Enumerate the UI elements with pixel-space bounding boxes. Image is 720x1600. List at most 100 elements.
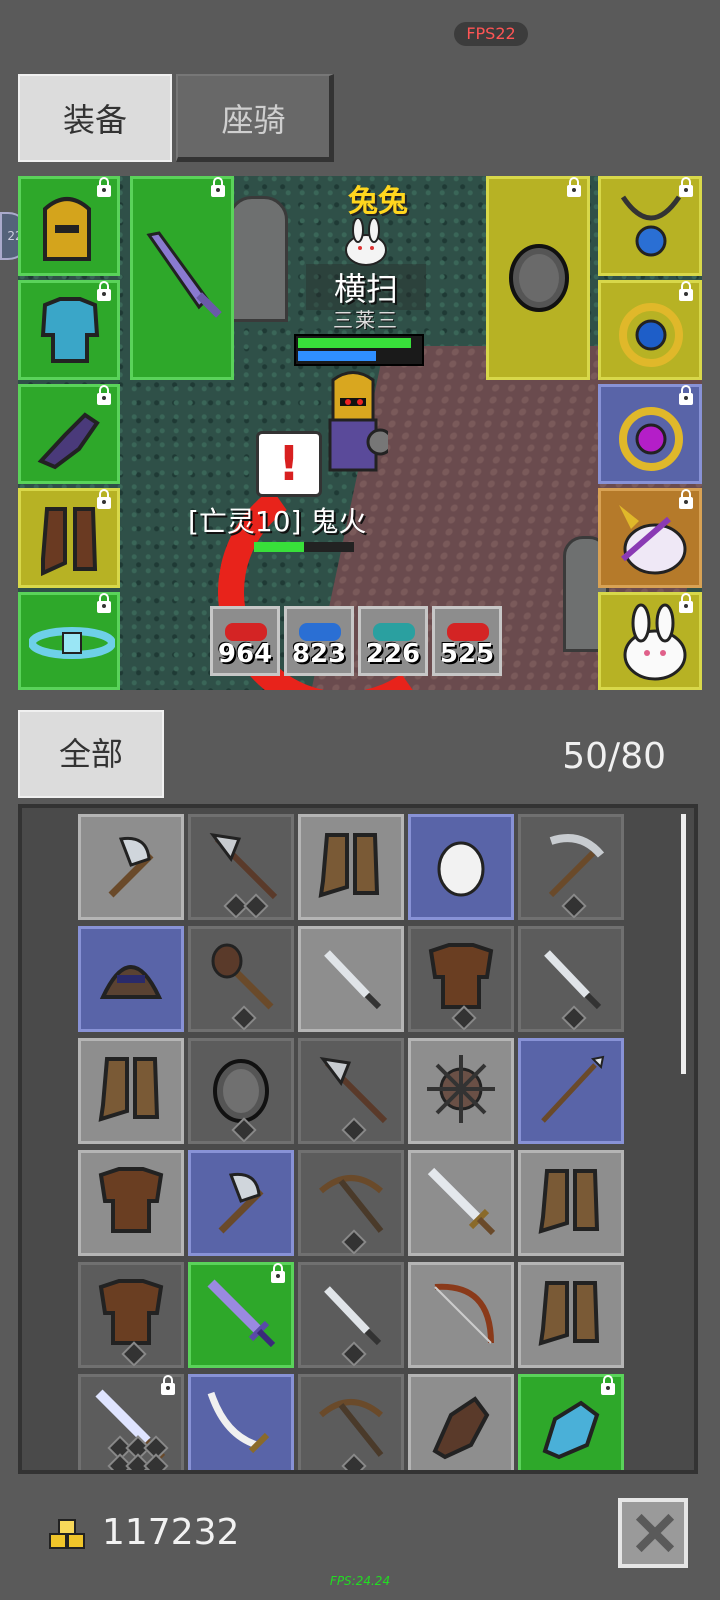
inventory-item[interactable] bbox=[518, 814, 624, 920]
inventory-scrollbar[interactable] bbox=[681, 814, 686, 1074]
inventory-item[interactable] bbox=[518, 1038, 624, 1144]
lock-icon bbox=[97, 385, 111, 405]
inventory-item[interactable] bbox=[78, 814, 184, 920]
inventory-item[interactable] bbox=[408, 814, 514, 920]
slot-shield[interactable] bbox=[486, 176, 590, 380]
helmet-icon bbox=[43, 197, 91, 261]
inventory-item[interactable] bbox=[78, 926, 184, 1032]
gauntlet-icon bbox=[542, 1400, 600, 1460]
inventory-item[interactable] bbox=[78, 1038, 184, 1144]
slot-necklace[interactable] bbox=[598, 176, 702, 276]
inventory-item[interactable] bbox=[518, 1374, 624, 1470]
sabre-icon bbox=[207, 1391, 270, 1454]
chest-armor-icon bbox=[428, 943, 494, 1009]
slot-pet-unicorn[interactable] bbox=[598, 488, 702, 588]
slot-pet-rabbit[interactable] bbox=[598, 592, 702, 690]
lock-icon bbox=[679, 593, 693, 613]
inventory-item[interactable] bbox=[298, 1038, 404, 1144]
lock-icon bbox=[679, 281, 693, 301]
tab-equipment[interactable]: 装备 bbox=[18, 74, 172, 162]
halberd-icon bbox=[319, 1056, 388, 1124]
inventory-item[interactable] bbox=[188, 1038, 294, 1144]
tombstone bbox=[228, 196, 288, 322]
lock-icon bbox=[679, 489, 693, 509]
slot-armor[interactable] bbox=[18, 280, 120, 380]
dagger-icon bbox=[544, 950, 602, 1010]
inventory-item[interactable] bbox=[188, 1262, 294, 1368]
chest-armor-icon bbox=[98, 1279, 164, 1345]
sword-icon bbox=[146, 231, 222, 318]
slot-belt[interactable] bbox=[18, 592, 120, 690]
alert-icon: ! bbox=[256, 431, 322, 497]
chest-armor-icon bbox=[98, 1167, 164, 1233]
mace-icon bbox=[211, 943, 274, 1010]
axe-icon bbox=[108, 836, 154, 898]
inventory-item[interactable] bbox=[188, 1150, 294, 1256]
slot-boots[interactable] bbox=[18, 488, 120, 588]
inventory-item[interactable] bbox=[78, 1262, 184, 1368]
rabbit-pet-icon bbox=[345, 218, 387, 266]
potion-count: 525 bbox=[439, 639, 495, 669]
skill-subtitle: 三莱三 bbox=[333, 308, 399, 332]
lock-icon bbox=[679, 177, 693, 197]
player-status-bars bbox=[294, 334, 424, 366]
axe-icon bbox=[218, 1172, 264, 1234]
slot-helmet[interactable] bbox=[18, 176, 120, 276]
tab-mount[interactable]: 座骑 bbox=[176, 74, 334, 162]
inventory-item[interactable] bbox=[408, 1038, 514, 1144]
purple-ring-icon bbox=[619, 407, 683, 471]
inventory-item[interactable] bbox=[408, 1262, 514, 1368]
boots-icon bbox=[41, 507, 98, 577]
slot-gloves[interactable] bbox=[18, 384, 120, 484]
potion-count: 226 bbox=[365, 639, 421, 669]
blue-ring-icon bbox=[619, 303, 683, 367]
inventory-item[interactable] bbox=[518, 1150, 624, 1256]
inventory-item[interactable] bbox=[298, 1150, 404, 1256]
inventory-item[interactable] bbox=[188, 926, 294, 1032]
inventory-item[interactable] bbox=[408, 926, 514, 1032]
slot-ring-2[interactable] bbox=[598, 384, 702, 484]
inventory-item[interactable] bbox=[298, 814, 404, 920]
inventory-item[interactable] bbox=[298, 926, 404, 1032]
inventory-grid[interactable] bbox=[18, 804, 698, 1474]
spear-icon bbox=[541, 1055, 605, 1123]
purple-sword-icon bbox=[207, 1279, 276, 1348]
spiked-ball-icon bbox=[427, 1055, 495, 1123]
inventory-count: 50/80 bbox=[562, 736, 666, 777]
filter-all-button[interactable]: 全部 bbox=[18, 710, 164, 798]
boots-icon bbox=[318, 833, 380, 898]
inventory-item[interactable] bbox=[188, 814, 294, 920]
lock-icon bbox=[211, 177, 225, 197]
inventory-item[interactable] bbox=[408, 1150, 514, 1256]
pickaxe-icon bbox=[548, 834, 605, 898]
inventory-item[interactable] bbox=[408, 1374, 514, 1470]
potion-slot-red-2[interactable]: 525 bbox=[432, 606, 502, 676]
unicorn-pet-icon bbox=[619, 505, 687, 575]
shield-icon bbox=[213, 1059, 269, 1123]
mp-bar bbox=[298, 351, 376, 361]
necklace-icon bbox=[620, 195, 682, 257]
chainmail-icon bbox=[40, 297, 100, 363]
potion-slot-red[interactable]: 964 bbox=[210, 606, 280, 676]
potion-slot-teal[interactable]: 226 bbox=[358, 606, 428, 676]
lock-icon bbox=[271, 1263, 285, 1283]
inventory-item[interactable] bbox=[298, 1262, 404, 1368]
enemy-hp-bar bbox=[254, 542, 354, 552]
inventory-item[interactable] bbox=[78, 1150, 184, 1256]
shield-icon bbox=[509, 244, 569, 312]
inventory-item[interactable] bbox=[518, 926, 624, 1032]
slot-weapon[interactable] bbox=[130, 176, 234, 380]
inventory-item[interactable] bbox=[298, 1374, 404, 1470]
close-button[interactable] bbox=[618, 1498, 688, 1568]
inventory-item[interactable] bbox=[78, 1374, 184, 1470]
pet-name: 兔兔 bbox=[348, 184, 408, 219]
slot-ring-1[interactable] bbox=[598, 280, 702, 380]
crossbow-icon bbox=[319, 1175, 384, 1233]
sword-icon bbox=[427, 1167, 496, 1236]
potion-slot-blue[interactable]: 823 bbox=[284, 606, 354, 676]
inventory-item[interactable] bbox=[188, 1374, 294, 1470]
gloves-icon bbox=[37, 412, 100, 470]
inventory-item[interactable] bbox=[518, 1262, 624, 1368]
halberd-icon bbox=[209, 832, 278, 900]
bow-icon bbox=[434, 1283, 494, 1344]
